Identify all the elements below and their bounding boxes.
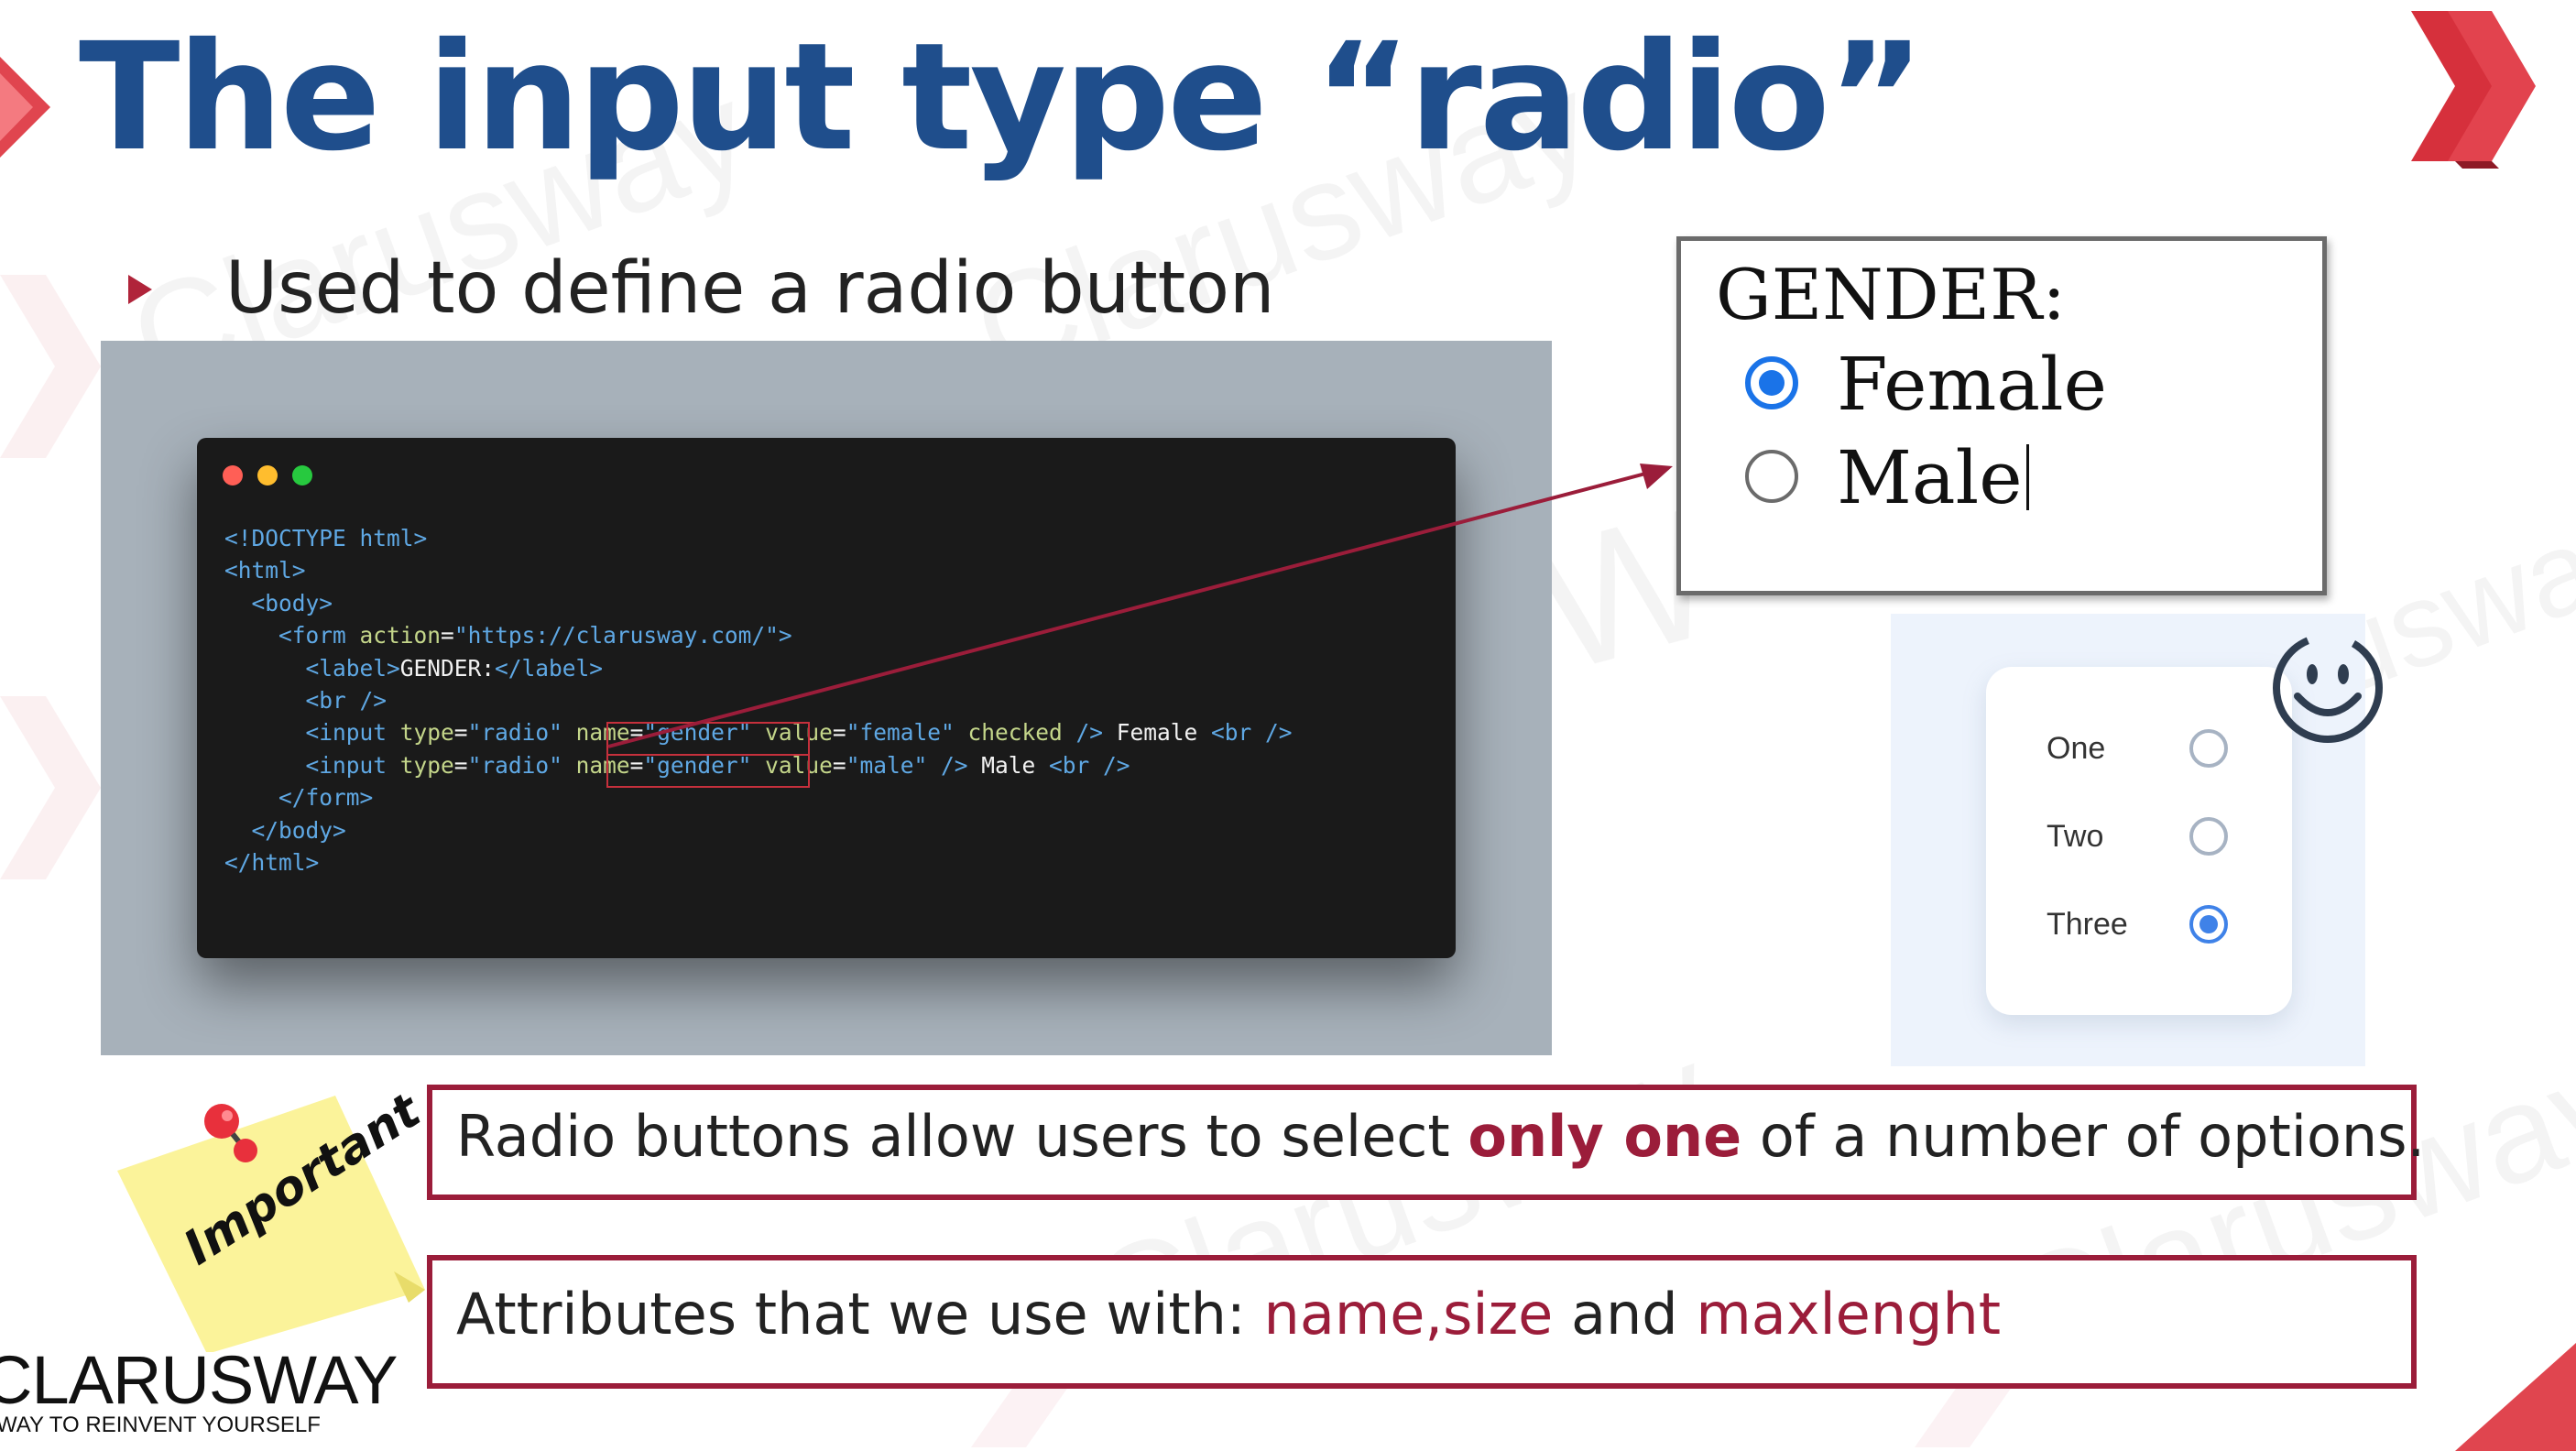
option-label-two: Two [2047, 819, 2104, 854]
brand-logo: CLARUSWAY [0, 1342, 398, 1418]
rendered-form-panel: GENDER: Female Male [1676, 236, 2327, 595]
option-radio-three[interactable] [2189, 905, 2228, 944]
info-text-attributes: Attributes that we use with: name,size a… [456, 1281, 2002, 1347]
info-text-radio: Radio buttons allow users to select only… [456, 1103, 2426, 1170]
option-radio-two[interactable] [2189, 817, 2228, 856]
option-label-one: One [2047, 731, 2106, 766]
options-card: One Two Three [1986, 667, 2292, 1015]
info-emphasis-name-size: name,size [1263, 1281, 1554, 1347]
smiley-icon [2273, 633, 2383, 743]
text-caret [2025, 444, 2029, 510]
radio-label-male: Male [1837, 435, 2029, 520]
form-gender-label: GENDER: [1716, 254, 2066, 335]
info-box-attributes: Attributes that we use with: name,size a… [427, 1255, 2417, 1389]
brand-tagline: WAY TO REINVENT YOURSELF [0, 1413, 321, 1437]
info-emphasis-only-one: only one [1468, 1103, 1742, 1170]
radio-button-male[interactable] [1745, 450, 1798, 503]
radio-label-female: Female [1837, 342, 2107, 427]
info-emphasis-maxlenght: maxlenght [1696, 1281, 2002, 1347]
info-box-radio: Radio buttons allow users to select only… [427, 1085, 2425, 1200]
option-label-three: Three [2047, 907, 2128, 942]
option-radio-one[interactable] [2189, 729, 2228, 768]
radio-button-female[interactable] [1745, 356, 1798, 409]
